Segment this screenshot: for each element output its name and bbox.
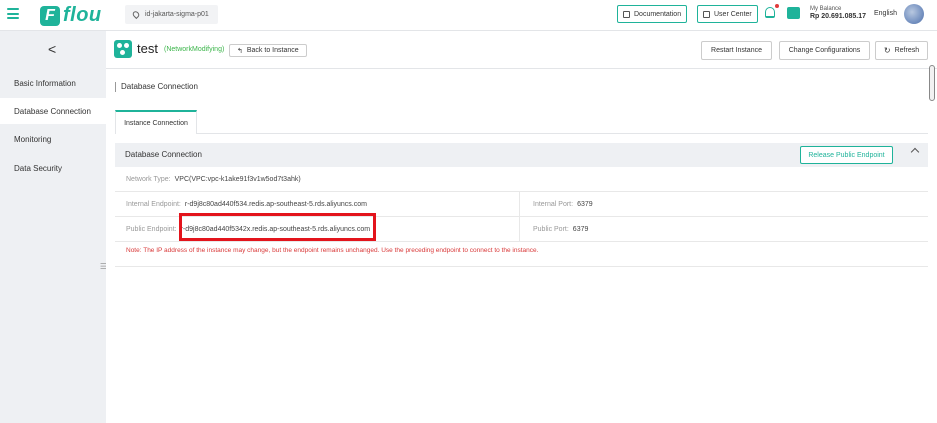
public-port-label: Public Port:	[533, 226, 569, 233]
internal-port-label: Internal Port:	[533, 201, 574, 208]
release-public-endpoint-button[interactable]: Release Public Endpoint	[800, 146, 893, 164]
connection-note: Note: The IP address of the instance may…	[126, 247, 539, 254]
tab-instance-connection[interactable]: Instance Connection	[115, 110, 197, 134]
column-divider	[519, 192, 520, 217]
documentation-label: Documentation	[634, 10, 682, 18]
sidebar-item-label: Basic Information	[14, 78, 76, 88]
refresh-label: Refresh	[894, 47, 920, 54]
logo-text: flou	[63, 4, 102, 26]
wallet-icon[interactable]	[787, 7, 800, 19]
documentation-button[interactable]: Documentation	[617, 5, 688, 23]
page-title: Database Connection	[115, 82, 198, 92]
redis-instance-icon	[114, 40, 132, 58]
logo-mark: F	[40, 5, 60, 26]
sidebar-item-label: Database Connection	[14, 106, 91, 116]
column-divider	[519, 217, 520, 242]
restart-instance-button[interactable]: Restart Instance	[701, 41, 772, 60]
balance-value: Rp 20.691.085.17	[810, 13, 867, 20]
panel-header: Database Connection Release Public Endpo…	[115, 143, 928, 167]
public-endpoint-highlight	[179, 213, 376, 241]
location-pin-icon	[131, 9, 141, 20]
language-selector[interactable]: English	[874, 10, 897, 17]
balance[interactable]: My Balance Rp 20.691.085.17	[810, 5, 866, 21]
instance-status: (NetworkModifying)	[164, 46, 225, 53]
internal-port: Internal Port: 6379	[533, 192, 593, 217]
region-selector[interactable]: id-jakarta-sigma-p01	[125, 5, 218, 24]
sidebar-item-monitoring[interactable]: Monitoring	[0, 126, 106, 152]
top-bar: F flou id-jakarta-sigma-p01 Documentatio…	[0, 0, 937, 31]
network-type: Network Type: VPC(VPC:vpc-k1ake91f3v1w5o…	[126, 167, 301, 192]
user-center-label: User Center	[714, 10, 752, 18]
network-type-value: VPC(VPC:vpc-k1ake91f3v1w5od7t3ahk)	[174, 176, 301, 183]
refresh-button[interactable]: ↻ Refresh	[875, 41, 928, 60]
panel-title: Database Connection	[125, 150, 202, 159]
notification-bell-icon[interactable]	[765, 7, 775, 18]
page-scrollbar[interactable]	[929, 65, 935, 101]
network-type-label: Network Type:	[126, 176, 171, 183]
tab-label: Instance Connection	[124, 119, 188, 127]
public-port-value: 6379	[572, 226, 589, 233]
public-endpoint-label: Public Endpoint:	[126, 226, 177, 233]
release-label: Release Public Endpoint	[808, 151, 885, 159]
collapse-sidebar-icon[interactable]: <	[48, 41, 56, 57]
sidebar-item-database-connection[interactable]: Database Connection	[0, 98, 106, 124]
back-to-instance-button[interactable]: ↰ Back to Instance	[229, 44, 307, 57]
region-label: id-jakarta-sigma-p01	[145, 11, 209, 18]
note-row: Note: The IP address of the instance may…	[115, 242, 928, 267]
document-icon	[623, 10, 630, 18]
instance-name: test	[137, 41, 158, 56]
sidebar: < Basic Information Database Connection …	[0, 31, 107, 423]
internal-endpoint-value[interactable]: r-d9j8c80ad440f534.redis.ap-southeast-5.…	[185, 201, 367, 208]
instance-header: test (NetworkModifying) ↰ Back to Instan…	[106, 31, 937, 69]
balance-label: My Balance	[810, 6, 842, 12]
change-configurations-button[interactable]: Change Configurations	[779, 41, 870, 60]
back-icon: ↰	[237, 47, 243, 55]
refresh-icon: ↻	[883, 46, 891, 55]
sidebar-item-basic-information[interactable]: Basic Information	[0, 70, 106, 96]
internal-endpoint-label: Internal Endpoint:	[126, 201, 181, 208]
internal-port-value: 6379	[577, 201, 593, 208]
avatar[interactable]	[904, 4, 924, 24]
collapse-panel-icon[interactable]	[910, 147, 920, 157]
database-connection-panel: Database Connection Release Public Endpo…	[115, 143, 928, 267]
network-type-row: Network Type: VPC(VPC:vpc-k1ake91f3v1w5o…	[115, 167, 928, 192]
tab-bar: Instance Connection	[115, 110, 928, 134]
user-center-icon	[703, 10, 710, 18]
notification-dot	[775, 4, 779, 8]
change-config-label: Change Configurations	[788, 47, 861, 54]
public-port: Public Port: 6379	[533, 217, 588, 242]
logo[interactable]: F flou	[40, 4, 102, 27]
sidebar-item-label: Data Security	[14, 163, 63, 173]
menu-icon[interactable]	[7, 8, 19, 19]
restart-label: Restart Instance	[711, 47, 762, 54]
sidebar-item-label: Monitoring	[14, 134, 52, 144]
back-label: Back to Instance	[246, 47, 299, 54]
sidebar-item-data-security[interactable]: Data Security	[0, 155, 106, 181]
user-center-button[interactable]: User Center	[697, 5, 758, 23]
